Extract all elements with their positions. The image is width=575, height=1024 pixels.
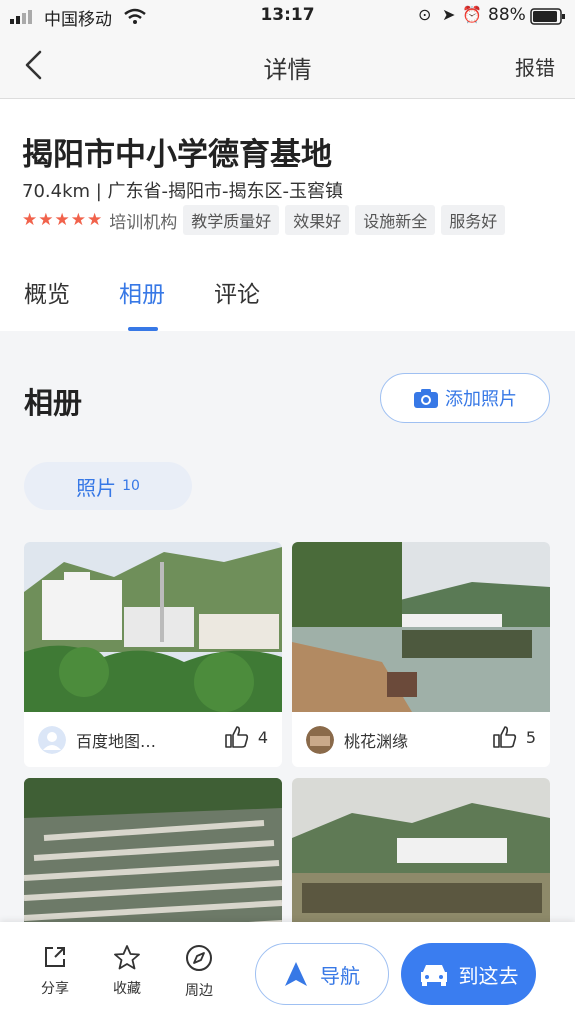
location-icon: ➤ xyxy=(442,5,456,24)
share-icon xyxy=(45,947,65,967)
poi-header: 揭阳市中小学德育基地 70.4km | 广东省-揭阳市-揭东区-玉窖镇 ★ ★ … xyxy=(0,99,575,331)
photo-meta: 百度地图… 4 xyxy=(24,712,282,767)
favorite-button[interactable]: 收藏 xyxy=(102,944,152,998)
photo-meta: 桃花渊缘 5 xyxy=(292,712,550,767)
photo-card[interactable]: 桃花渊缘 5 xyxy=(292,542,550,767)
thumbs-up-icon xyxy=(493,726,516,748)
chip-count: 10 xyxy=(122,478,140,494)
compass-icon xyxy=(186,945,212,971)
photo-card[interactable] xyxy=(24,778,282,938)
nav-bar: 详情 报错 xyxy=(0,32,575,99)
tag-badge: 效果好 xyxy=(285,205,350,235)
photo-thumbnail[interactable] xyxy=(24,542,282,712)
status-bar: 中国移动 13:17 ⊙ ➤ ⏰ 88% xyxy=(0,0,575,32)
poi-category: 培训机构 xyxy=(109,212,178,233)
navigate-button[interactable]: 导航 xyxy=(255,943,389,1005)
album-section: 相册 添加照片 照片 10 百度地图… 4 桃花渊缘 5 xyxy=(0,342,575,938)
go-here-label: 到这去 xyxy=(458,963,519,988)
photo-thumbnail[interactable] xyxy=(24,778,282,938)
photo-card[interactable] xyxy=(292,778,550,938)
star-icon: ★ xyxy=(87,210,103,230)
nearby-label: 周边 xyxy=(185,983,213,999)
report-error-button[interactable]: 报错 xyxy=(515,52,555,81)
share-button[interactable]: 分享 xyxy=(30,944,80,998)
battery-percent: 88% xyxy=(488,5,526,25)
album-title: 相册 xyxy=(24,386,83,420)
like-count: 5 xyxy=(525,727,536,747)
poi-address: 70.4km | 广东省-揭阳市-揭东区-玉窖镇 xyxy=(22,181,344,202)
go-here-button[interactable]: 到这去 xyxy=(401,943,536,1005)
avatar xyxy=(306,726,334,754)
star-icon: ★ xyxy=(54,210,70,230)
like-button[interactable]: 4 xyxy=(224,725,268,749)
battery-icon xyxy=(530,8,565,25)
add-photo-button[interactable]: 添加照片 xyxy=(380,373,550,423)
tag-badge: 服务好 xyxy=(441,205,506,235)
chip-label: 照片 xyxy=(76,475,117,500)
navigate-label: 导航 xyxy=(320,963,360,988)
photo-thumbnail[interactable] xyxy=(292,778,550,938)
tab-comments[interactable]: 评论 xyxy=(214,275,260,309)
car-icon xyxy=(420,965,447,986)
thumbs-up-icon xyxy=(225,726,248,748)
page-title: 详情 xyxy=(263,56,312,84)
nearby-button[interactable]: 周边 xyxy=(174,944,224,1000)
photo-author: 百度地图… xyxy=(76,732,157,751)
photo-author: 桃花渊缘 xyxy=(344,732,409,751)
tab-album[interactable]: 相册 xyxy=(119,275,165,309)
add-photo-label: 添加照片 xyxy=(445,389,517,410)
navigation-arrow-icon xyxy=(285,962,307,986)
photo-thumbnail[interactable] xyxy=(292,542,550,712)
avatar xyxy=(38,726,66,754)
star-icon: ★ xyxy=(22,210,38,230)
like-count: 4 xyxy=(257,727,268,747)
star-icon: ★ xyxy=(38,210,54,230)
photo-filter-chip[interactable]: 照片 10 xyxy=(24,462,192,510)
tab-bar: 概览 相册 评论 xyxy=(0,275,575,331)
active-tab-indicator xyxy=(128,327,158,331)
tag-badge: 教学质量好 xyxy=(183,205,280,235)
like-button[interactable]: 5 xyxy=(492,725,536,749)
lock-rotation-icon: ⊙ xyxy=(418,5,432,24)
bottom-action-bar: 分享 收藏 周边 导航 到这去 xyxy=(0,922,575,1024)
favorite-label: 收藏 xyxy=(113,981,141,997)
photo-card[interactable]: 百度地图… 4 xyxy=(24,542,282,767)
share-label: 分享 xyxy=(41,981,69,997)
tab-overview[interactable]: 概览 xyxy=(24,275,70,309)
poi-name: 揭阳市中小学德育基地 xyxy=(22,137,332,173)
star-icon: ★ xyxy=(70,210,86,230)
camera-icon xyxy=(414,389,438,408)
rating-row: ★ ★ ★ ★ ★ 培训机构 教学质量好 效果好 设施新全 服务好 xyxy=(22,205,511,235)
star-outline-icon xyxy=(114,945,140,970)
alarm-icon: ⏰ xyxy=(462,5,482,24)
tag-badge: 设施新全 xyxy=(355,205,436,235)
